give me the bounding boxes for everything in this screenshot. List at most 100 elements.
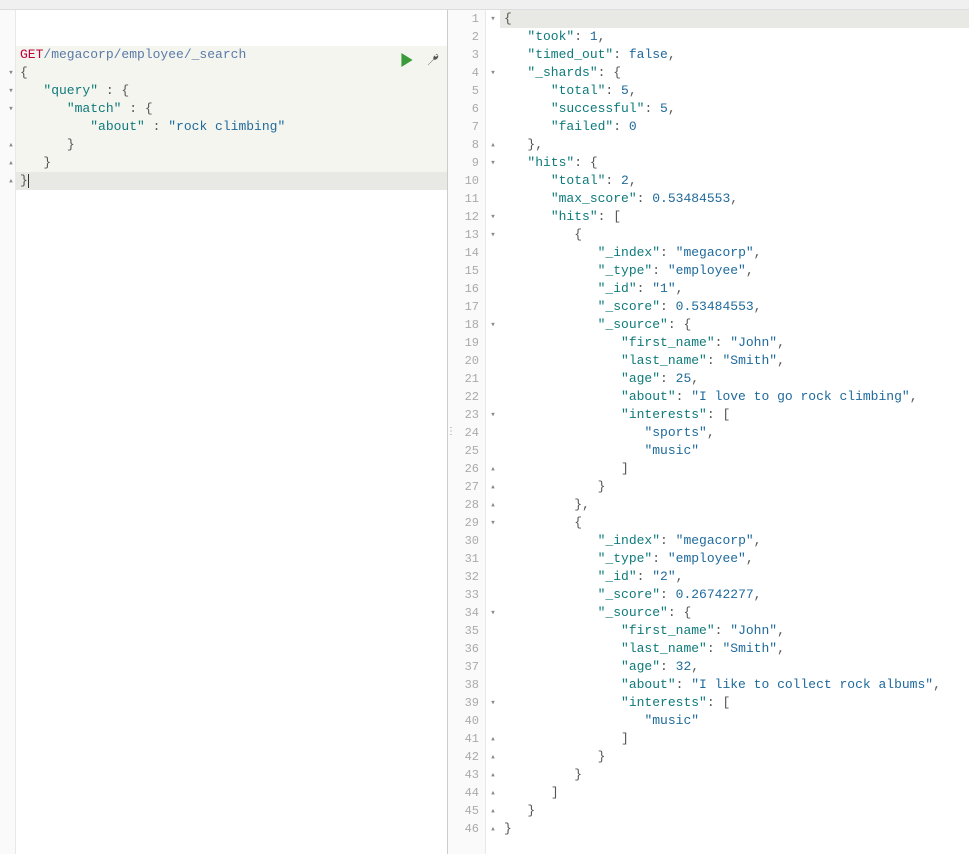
fold-marker[interactable]: ▴: [488, 802, 498, 820]
request-body-line[interactable]: {: [16, 64, 447, 82]
response-line[interactable]: "_score": 0.26742277,: [500, 586, 969, 604]
response-line[interactable]: ]: [500, 730, 969, 748]
response-line[interactable]: "_type": "employee",: [500, 550, 969, 568]
fold-marker[interactable]: ▾: [488, 514, 498, 532]
token-punc: ,: [629, 173, 637, 188]
response-line[interactable]: "age": 32,: [500, 658, 969, 676]
fold-marker[interactable]: ▴: [488, 730, 498, 748]
run-icon[interactable]: [399, 52, 415, 68]
token-punc: : {: [121, 101, 152, 116]
fold-marker[interactable]: ▴: [6, 136, 16, 154]
fold-marker[interactable]: ▴: [488, 784, 498, 802]
fold-marker[interactable]: ▾: [488, 406, 498, 424]
fold-marker[interactable]: ▴: [488, 766, 498, 784]
response-line[interactable]: "music": [500, 712, 969, 730]
response-line[interactable]: },: [500, 496, 969, 514]
response-line[interactable]: }: [500, 820, 969, 838]
token-punc: :: [637, 191, 653, 206]
response-code[interactable]: { "took": 1, "timed_out": false, "_shard…: [500, 10, 969, 854]
fold-marker[interactable]: ▾: [6, 100, 16, 118]
request-body-line[interactable]: }: [16, 154, 447, 172]
token-num: 0.53484553: [676, 299, 754, 314]
response-line[interactable]: "_score": 0.53484553,: [500, 298, 969, 316]
response-line[interactable]: "total": 5,: [500, 82, 969, 100]
line-number: 1: [454, 10, 481, 28]
token-punc: }: [598, 479, 606, 494]
fold-marker[interactable]: ▴: [6, 172, 16, 190]
request-line[interactable]: GET /megacorp/employee/_search: [16, 46, 447, 64]
fold-marker[interactable]: ▾: [488, 154, 498, 172]
response-line[interactable]: {: [500, 10, 969, 28]
response-line[interactable]: "_source": {: [500, 604, 969, 622]
request-body-line[interactable]: }: [16, 136, 447, 154]
fold-marker[interactable]: ▾: [488, 694, 498, 712]
request-body-line[interactable]: "about" : "rock climbing": [16, 118, 447, 136]
fold-marker[interactable]: ▾: [488, 64, 498, 82]
token-punc: ,: [777, 353, 785, 368]
response-line[interactable]: },: [500, 136, 969, 154]
response-line[interactable]: "interests": [: [500, 694, 969, 712]
response-line[interactable]: }: [500, 748, 969, 766]
line-number: 10: [454, 172, 481, 190]
response-line[interactable]: "total": 2,: [500, 172, 969, 190]
response-line[interactable]: "first_name": "John",: [500, 334, 969, 352]
response-line[interactable]: "first_name": "John",: [500, 622, 969, 640]
response-line[interactable]: "hits": [: [500, 208, 969, 226]
response-line[interactable]: }: [500, 802, 969, 820]
fold-marker[interactable]: ▴: [488, 478, 498, 496]
response-line[interactable]: }: [500, 766, 969, 784]
request-editor-pane[interactable]: ▾▾▾▴▴▴ GET /megacorp/employee/_search{ "…: [0, 10, 448, 854]
fold-marker[interactable]: ▴: [488, 136, 498, 154]
response-line[interactable]: "about": "I like to collect rock albums"…: [500, 676, 969, 694]
response-line[interactable]: }: [500, 478, 969, 496]
response-line[interactable]: "last_name": "Smith",: [500, 640, 969, 658]
response-line[interactable]: "last_name": "Smith",: [500, 352, 969, 370]
response-line[interactable]: {: [500, 514, 969, 532]
fold-marker[interactable]: ▾: [488, 316, 498, 334]
fold-marker[interactable]: ▴: [488, 748, 498, 766]
fold-marker[interactable]: ▾: [488, 208, 498, 226]
fold-marker[interactable]: ▾: [6, 64, 16, 82]
fold-marker[interactable]: ▴: [488, 496, 498, 514]
request-body-line[interactable]: }: [16, 172, 447, 190]
fold-marker[interactable]: ▾: [488, 226, 498, 244]
fold-marker[interactable]: ▾: [6, 82, 16, 100]
response-viewer-pane[interactable]: 1234567891011121314151617181920212223242…: [454, 10, 969, 854]
response-line[interactable]: ]: [500, 460, 969, 478]
token-punc: :: [652, 551, 668, 566]
response-line[interactable]: "timed_out": false,: [500, 46, 969, 64]
line-number: 39: [454, 694, 481, 712]
response-gutter: 1234567891011121314151617181920212223242…: [454, 10, 486, 854]
fold-marker[interactable]: ▴: [6, 154, 16, 172]
response-fold-gutter[interactable]: ▾▾▴▾▾▾▾▾▴▴▴▾▾▾▴▴▴▴▴▴: [486, 10, 500, 854]
response-line[interactable]: "_type": "employee",: [500, 262, 969, 280]
response-line[interactable]: "max_score": 0.53484553,: [500, 190, 969, 208]
response-line[interactable]: "took": 1,: [500, 28, 969, 46]
response-line[interactable]: "failed": 0: [500, 118, 969, 136]
request-body-line[interactable]: "match" : {: [16, 100, 447, 118]
response-line[interactable]: "successful": 5,: [500, 100, 969, 118]
response-line[interactable]: ]: [500, 784, 969, 802]
fold-marker[interactable]: ▾: [488, 604, 498, 622]
response-line[interactable]: "hits": {: [500, 154, 969, 172]
fold-marker[interactable]: ▴: [488, 460, 498, 478]
wrench-icon[interactable]: [425, 52, 441, 68]
response-line[interactable]: "_source": {: [500, 316, 969, 334]
response-line[interactable]: "_shards": {: [500, 64, 969, 82]
fold-marker[interactable]: ▾: [488, 10, 498, 28]
response-line[interactable]: "_index": "megacorp",: [500, 532, 969, 550]
response-line[interactable]: {: [500, 226, 969, 244]
response-line[interactable]: "music": [500, 442, 969, 460]
response-line[interactable]: "age": 25,: [500, 370, 969, 388]
request-body-line[interactable]: "query" : {: [16, 82, 447, 100]
fold-marker[interactable]: ▴: [488, 820, 498, 838]
request-code[interactable]: GET /megacorp/employee/_search{ "query" …: [16, 10, 447, 854]
response-line[interactable]: "_id": "2",: [500, 568, 969, 586]
response-line[interactable]: "_id": "1",: [500, 280, 969, 298]
response-line[interactable]: "sports",: [500, 424, 969, 442]
response-line[interactable]: "about": "I love to go rock climbing",: [500, 388, 969, 406]
token-str: "Smith": [722, 353, 777, 368]
response-line[interactable]: "interests": [: [500, 406, 969, 424]
cursor: [28, 174, 29, 188]
response-line[interactable]: "_index": "megacorp",: [500, 244, 969, 262]
